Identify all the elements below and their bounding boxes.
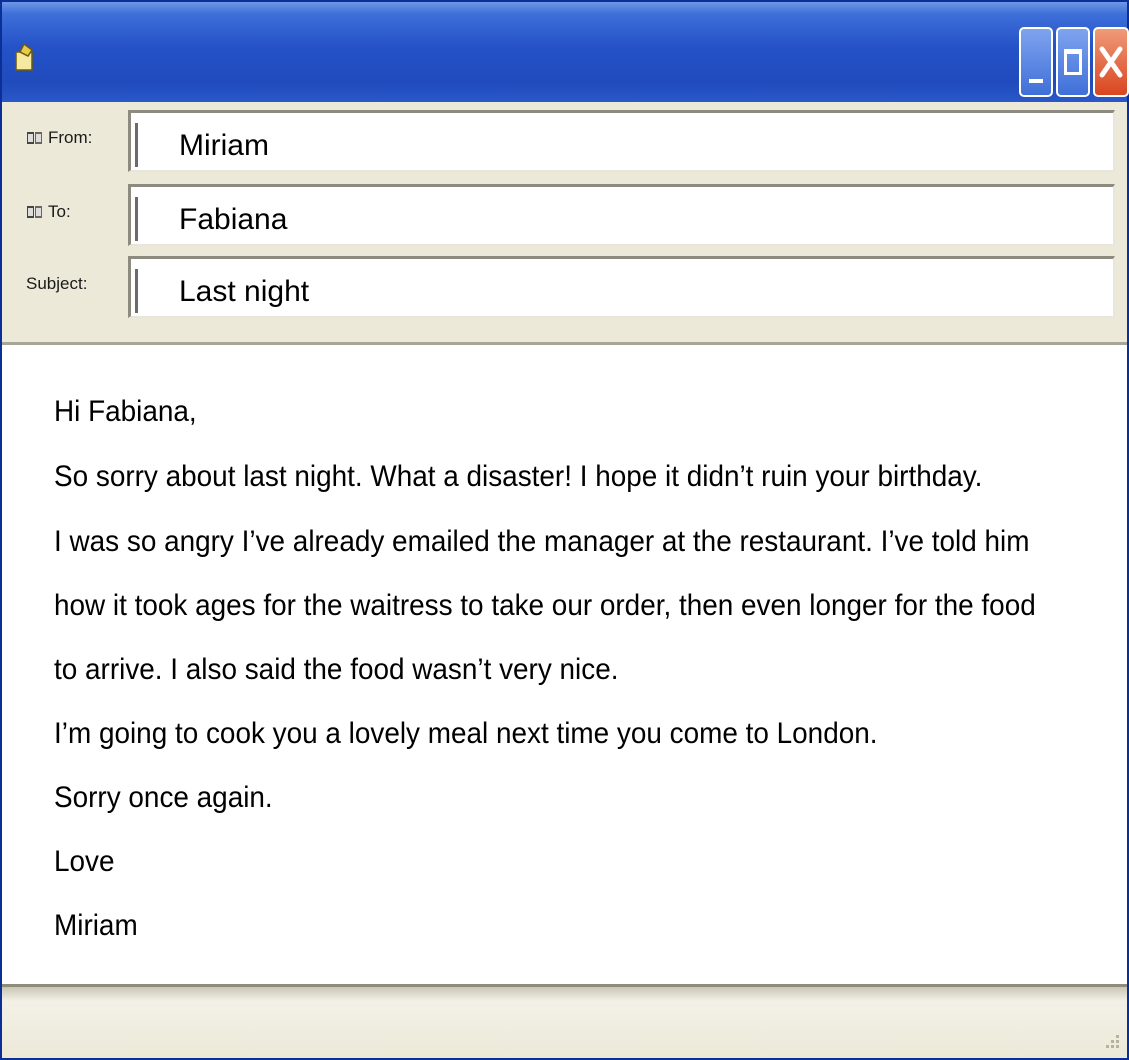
maximize-button[interactable]: [1056, 27, 1090, 97]
address-book-icon: [27, 132, 42, 144]
from-field-edge: [135, 123, 138, 167]
subject-field[interactable]: Last night: [128, 256, 1115, 318]
maximize-icon: [1064, 49, 1082, 75]
body-line: I was so angry I’ve already emailed the …: [54, 525, 1030, 558]
to-field-edge: [135, 197, 138, 241]
body-line: So sorry about last night. What a disast…: [54, 460, 983, 493]
close-icon: [1095, 29, 1127, 95]
from-row: From: Miriam: [2, 110, 1127, 174]
body-line: to arrive. I also said the food wasn’t v…: [54, 653, 619, 686]
from-label-text: From:: [48, 128, 93, 147]
email-window: From: Miriam To: Fabiana Subject: Last n…: [0, 0, 1129, 1060]
close-button[interactable]: [1093, 27, 1129, 97]
title-bar[interactable]: [2, 2, 1129, 102]
window-app-icon: [15, 42, 34, 71]
to-field[interactable]: Fabiana: [128, 184, 1115, 246]
from-value: Miriam: [179, 129, 269, 162]
subject-field-edge: [135, 269, 138, 313]
address-book-icon: [27, 206, 42, 218]
body-line: how it took ages for the waitress to tak…: [54, 589, 1036, 622]
minimize-icon: [1029, 79, 1043, 83]
minimize-button[interactable]: [1019, 27, 1053, 97]
subject-row: Subject: Last night: [2, 256, 1127, 320]
resize-grip-icon[interactable]: [1099, 1030, 1121, 1052]
close-icon-glyph: [1099, 46, 1123, 78]
body-line: Hi Fabiana,: [54, 395, 197, 428]
message-header: From: Miriam To: Fabiana Subject: Last n…: [2, 102, 1127, 342]
message-body[interactable]: Hi Fabiana, So sorry about last night. W…: [2, 342, 1127, 984]
body-line: Sorry once again.: [54, 781, 273, 814]
to-label-text: To:: [48, 202, 71, 221]
to-value: Fabiana: [179, 203, 288, 236]
body-line: Love: [54, 845, 115, 878]
from-field[interactable]: Miriam: [128, 110, 1115, 172]
to-row: To: Fabiana: [2, 184, 1127, 248]
subject-label-text: Subject:: [26, 274, 88, 293]
subject-value: Last night: [179, 275, 310, 308]
from-label[interactable]: From:: [26, 128, 92, 148]
body-line: I’m going to cook you a lovely meal next…: [54, 717, 878, 750]
to-label[interactable]: To:: [26, 202, 71, 222]
status-bar: [2, 984, 1127, 1058]
subject-label: Subject:: [26, 274, 87, 294]
body-line: Miriam: [54, 909, 138, 942]
